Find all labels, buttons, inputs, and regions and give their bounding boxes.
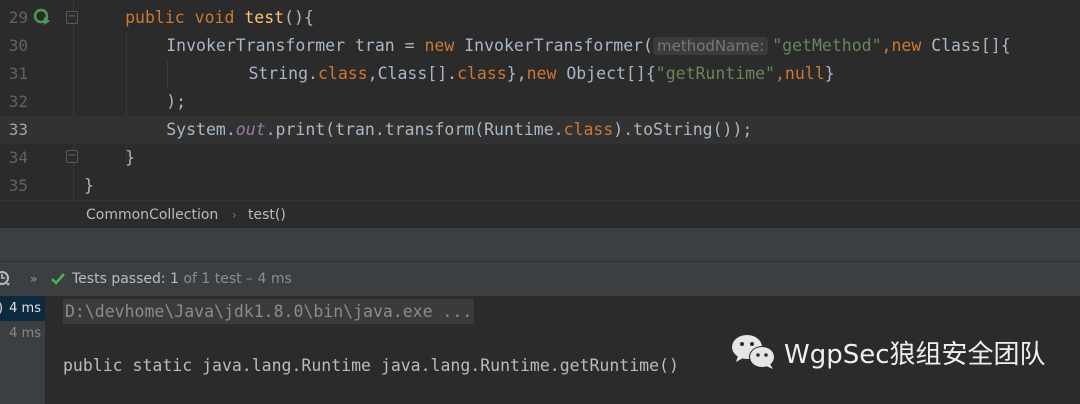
line-number: 35 [8,176,28,195]
fold-icon[interactable]: − [66,11,78,24]
code-token: }, [506,64,527,83]
code-token: System. [166,120,236,139]
code-line[interactable]: 31 String.class,Class[].class},new Object… [0,60,1080,88]
code-text: public void test(){ [125,4,314,32]
code-text: } [125,144,135,172]
code-text: String.class,Class[].class},new Object[]… [248,60,834,88]
code-token: .print(tran.transform(Runtime. [265,120,564,139]
code-token: class [457,64,507,83]
code-text: ); [166,88,186,116]
code-line[interactable]: 29 public void test(){ [0,4,1080,32]
test-tree-item[interactable]: 4 ms [0,321,45,346]
line-number: 34 [8,148,28,167]
code-token: ).toString()); [613,120,753,139]
breadcrumb-separator: › [232,208,237,222]
code-line[interactable]: 30 InvokerTransformer tran = new InvokerT… [0,32,1080,60]
fold-icon[interactable]: − [66,150,78,163]
code-token: Class[]{ [931,36,1011,55]
console-output-line: public static java.lang.Runtime java.lan… [63,356,679,375]
code-token: new [526,64,567,83]
code-text: } [84,172,94,200]
line-number: 33 [8,120,28,139]
code-token: InvokerTransformer( [464,36,653,55]
code-line[interactable]: 34} [0,144,1080,172]
line-number: 31 [8,64,28,83]
wechat-icon [732,335,775,369]
code-token: ,Class[]. [367,64,458,83]
test-tree: )4 ms 4 ms [0,296,45,404]
code-line[interactable]: 33 System.out.print(tran.transform(Runtim… [0,116,1080,144]
code-token: String. [248,64,318,83]
code-token: ,null [774,64,825,83]
code-token: (){ [284,8,314,27]
code-token: } [824,64,835,83]
test-tree-root-selected[interactable]: )4 ms [0,296,45,321]
code-token: new [424,36,465,55]
code-token: class [563,120,614,139]
code-token: "getRuntime" [655,64,775,83]
panel-divider [0,228,1080,262]
breadcrumb: CommonCollection › test() [0,200,1080,228]
code-editor[interactable]: 29 public void test(){ 30 InvokerTransforme… [0,0,1080,200]
watermark: WgpSec狼组安全团队 [730,332,1046,372]
line-number: 32 [8,92,28,111]
console-command-line[interactable]: D:\devhome\Java\jdk1.8.0\bin\java.exe ..… [63,299,475,324]
expand-icon[interactable]: » [30,262,37,296]
code-token: InvokerTransformer tran = [166,36,425,55]
line-number: 30 [8,36,28,55]
code-token: class [317,64,368,83]
tests-status: Tests passed: 1 of 1 test – 4 ms [72,271,292,287]
code-text: InvokerTransformer tran = new InvokerTra… [166,32,1011,60]
code-token: test [244,8,285,27]
code-token: } [84,176,94,195]
code-text: System.out.print(tran.transform(Runtime.… [166,116,752,144]
code-token: "getMethod" [772,36,882,55]
line-number: 29 [8,8,28,27]
code-token: Object[]{ [566,64,656,83]
code-line[interactable]: 35} [0,172,1080,200]
parameter-hint: methodName: [653,37,769,55]
breadcrumb-class[interactable]: CommonCollection [86,201,218,229]
code-line[interactable]: 32); [0,88,1080,116]
run-test-passed-icon[interactable] [33,8,51,26]
code-token: ,new [881,36,932,55]
code-token: out [235,120,266,139]
code-token: ); [166,92,187,111]
code-token: public void [125,8,245,27]
code-token: } [125,148,136,167]
test-results-toolbar: » Tests passed: 1 of 1 test – 4 ms [0,262,1080,296]
breadcrumb-method[interactable]: test() [248,201,286,229]
